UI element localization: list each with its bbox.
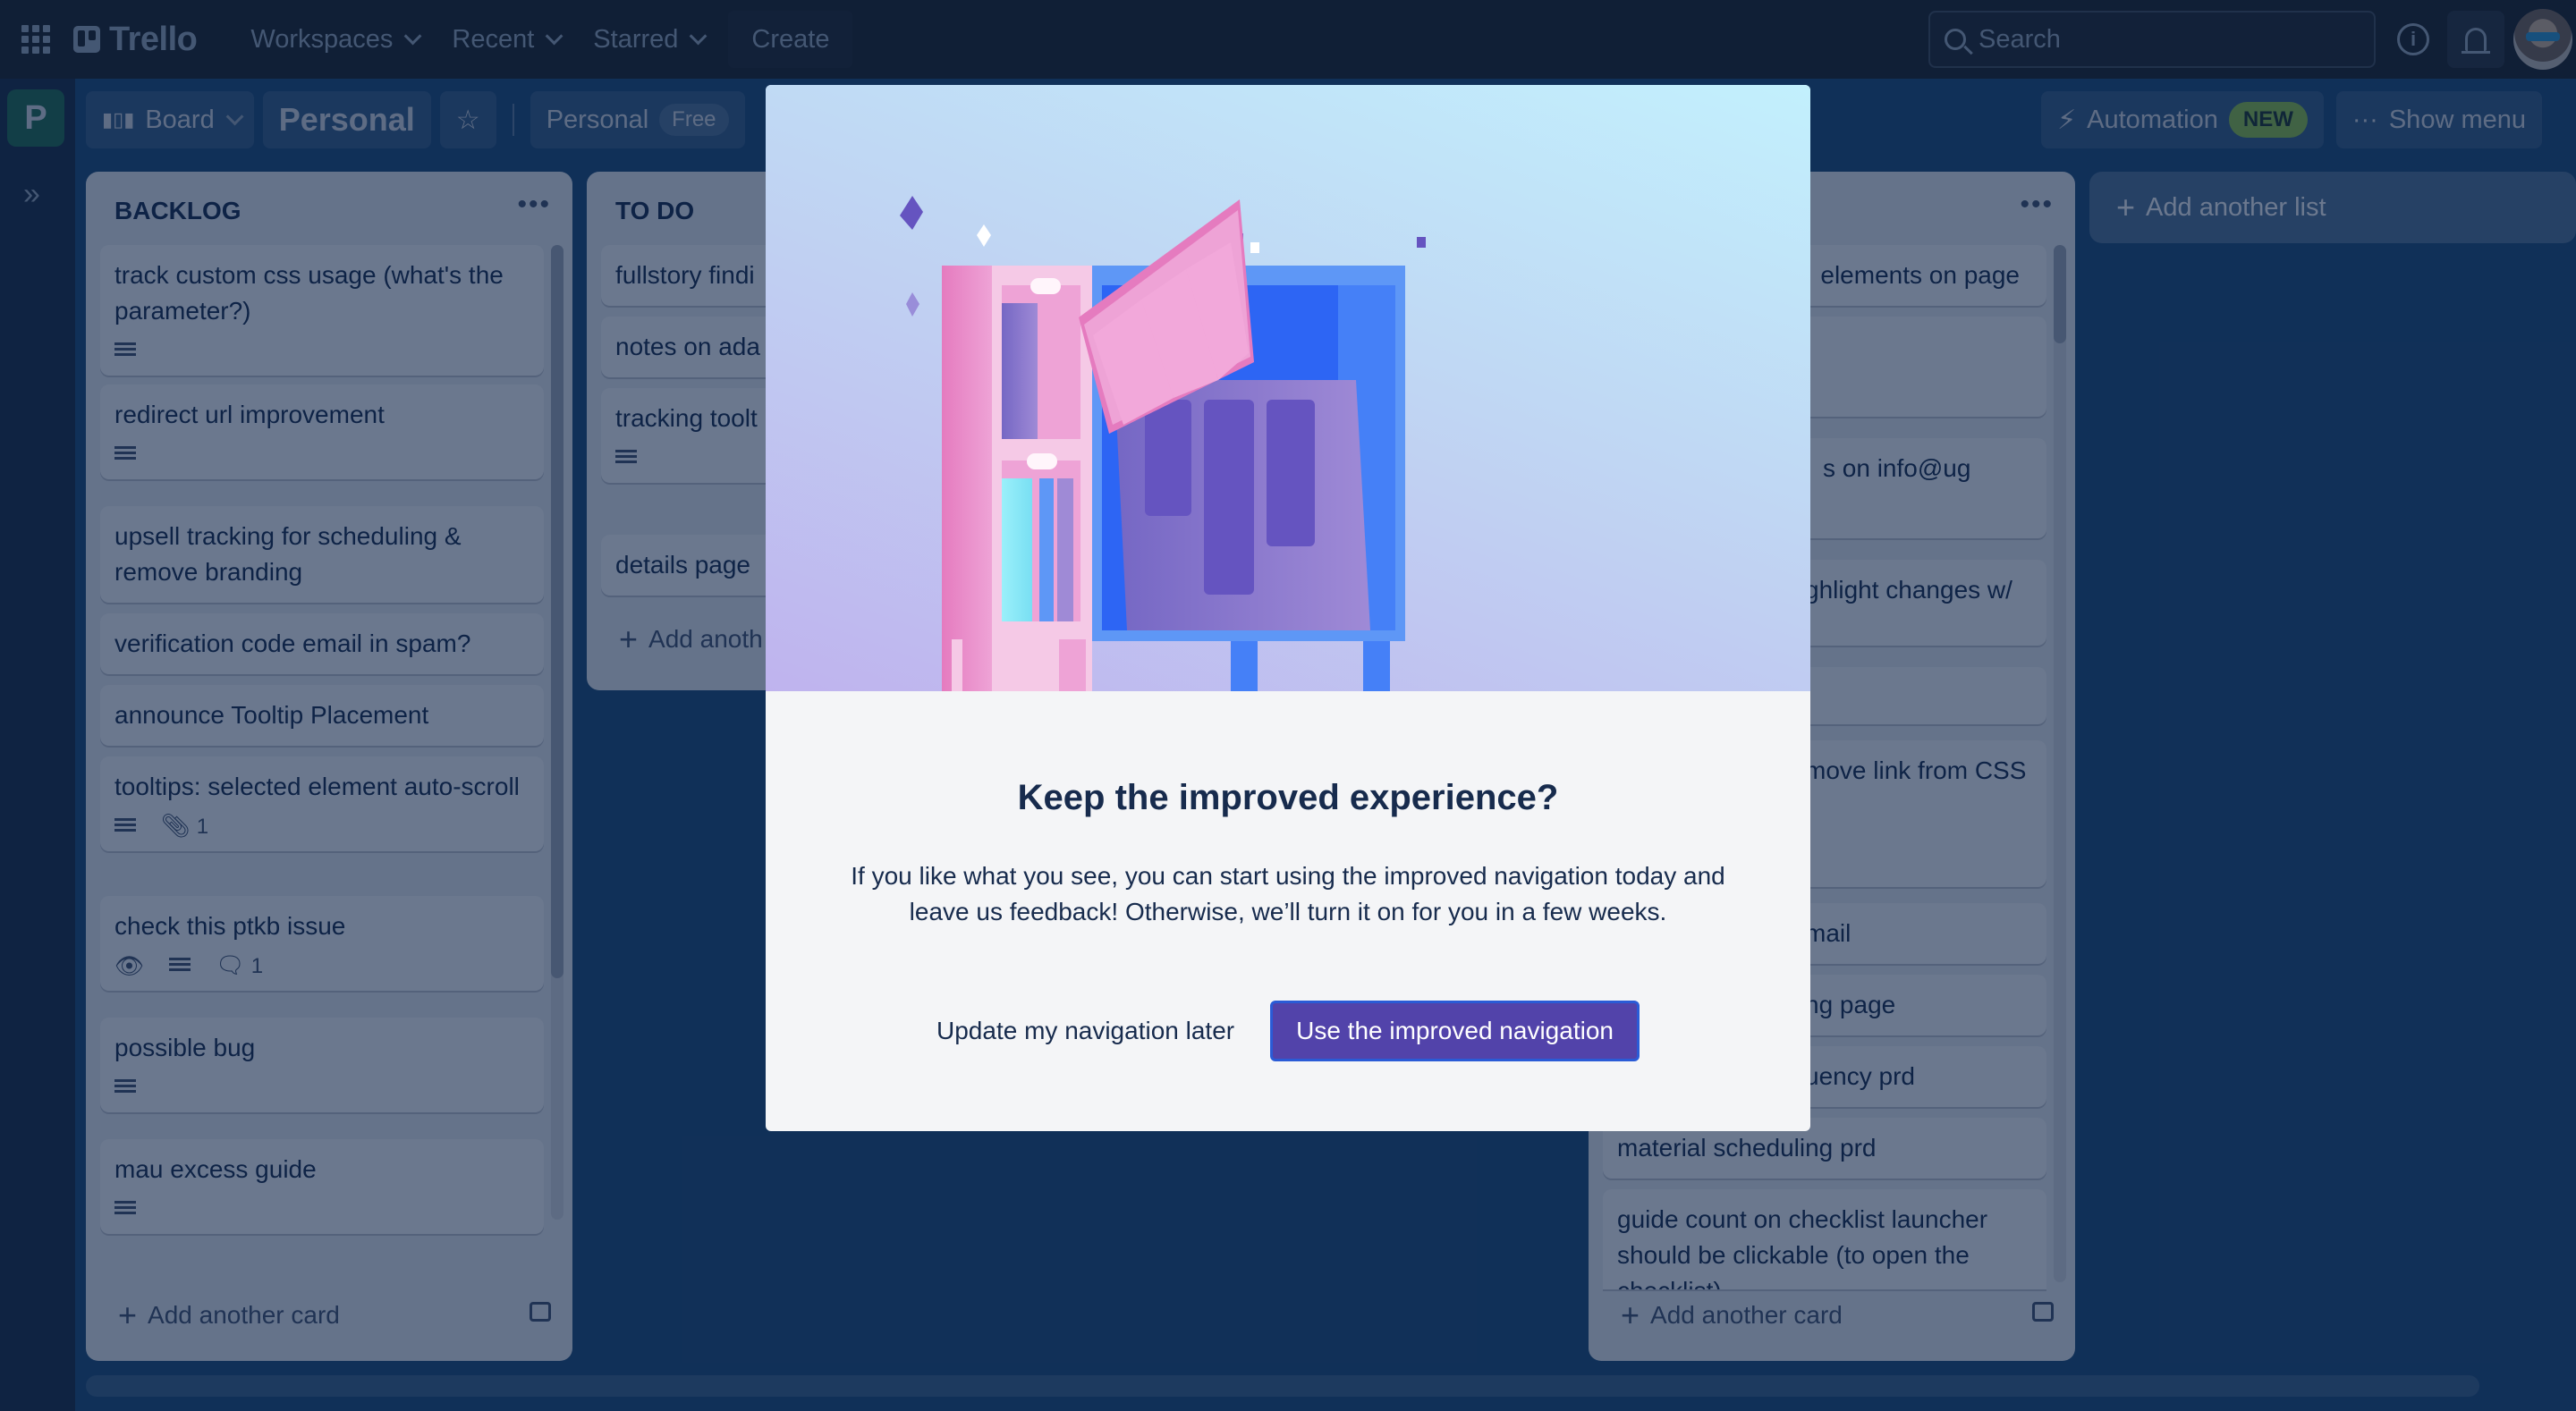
use-improved-navigation-button[interactable]: Use the improved navigation xyxy=(1270,1001,1640,1061)
improved-navigation-dialog: Keep the improved experience? If you lik… xyxy=(766,85,1810,1131)
dialog-body: If you like what you see, you can start … xyxy=(851,862,1725,925)
cabinet-illustration xyxy=(900,196,1426,691)
update-later-button[interactable]: Update my navigation later xyxy=(936,1001,1234,1061)
dialog-actions: Update my navigation later Use the impro… xyxy=(766,1001,1810,1061)
dialog-title: Keep the improved experience? xyxy=(1017,778,1559,817)
hero-illustration xyxy=(766,85,1810,691)
